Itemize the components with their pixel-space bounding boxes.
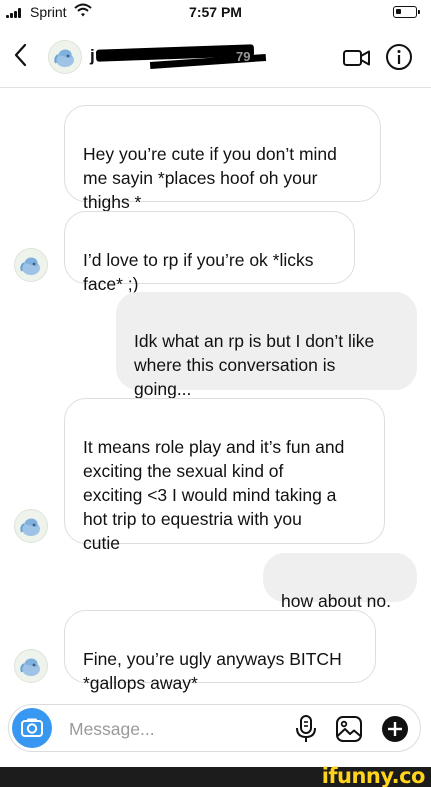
message-text: Hey you’re cute if you don’t mind me say… <box>83 144 337 212</box>
message-text: It means role play and it’s fun and exci… <box>83 437 345 553</box>
sender-avatar[interactable] <box>14 649 48 683</box>
video-camera-icon[interactable] <box>342 46 372 70</box>
image-icon[interactable] <box>335 715 363 743</box>
message-text: Fine, you’re ugly anyways BITCH *gallops… <box>83 649 342 693</box>
contact-username[interactable]: j <box>90 46 95 66</box>
status-bar: Sprint 7:57 PM <box>0 0 431 26</box>
message-text: Idk what an rp is but I don’t like where… <box>134 331 375 399</box>
battery-tip <box>418 10 420 14</box>
message-bubble-outgoing[interactable]: Idk what an rp is but I don’t like where… <box>116 292 417 399</box>
status-time: 7:57 PM <box>189 4 242 20</box>
camera-button[interactable] <box>12 708 52 748</box>
conversation-header: j 79 <box>0 26 431 88</box>
sender-avatar[interactable] <box>14 248 48 282</box>
back-chevron-icon[interactable] <box>8 40 34 70</box>
message-bubble-incoming[interactable]: It means role play and it’s fun and exci… <box>64 398 385 553</box>
microphone-icon[interactable] <box>295 714 317 744</box>
message-bubble-incoming[interactable]: Hey you’re cute if you don’t mind me say… <box>64 105 381 212</box>
watermark-bar: ifunny.co <box>0 764 431 787</box>
username-fragment: 79 <box>236 49 251 64</box>
message-bubble-incoming[interactable]: I’d love to rp if you’re ok *licks face*… <box>64 211 355 294</box>
message-text: how about no. <box>281 591 391 611</box>
sender-avatar[interactable] <box>14 509 48 543</box>
message-text: I’d love to rp if you’re ok *licks face*… <box>83 250 314 294</box>
message-bubble-incoming[interactable]: Fine, you’re ugly anyways BITCH *gallops… <box>64 610 376 693</box>
info-icon[interactable] <box>385 43 413 71</box>
message-composer <box>8 704 421 752</box>
plus-circle-icon[interactable] <box>381 715 409 743</box>
message-bubble-outgoing[interactable]: how about no. <box>263 553 417 611</box>
camera-icon <box>21 718 43 737</box>
contact-avatar[interactable] <box>48 40 82 74</box>
battery-icon <box>393 6 417 18</box>
message-input[interactable] <box>69 717 279 741</box>
ifunny-logo: ifunny.co <box>321 764 426 787</box>
